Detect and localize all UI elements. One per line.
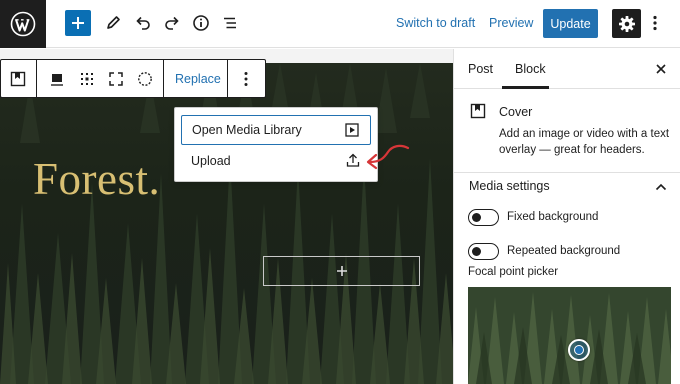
content-position-icon[interactable] xyxy=(76,68,98,90)
repeated-background-toggle[interactable] xyxy=(468,243,499,260)
tab-block[interactable]: Block xyxy=(515,62,546,76)
focal-point-handle[interactable] xyxy=(568,339,590,361)
list-view-icon[interactable] xyxy=(219,12,241,34)
focal-preview-image xyxy=(468,287,671,384)
sidebar-tabs: Post Block xyxy=(454,49,680,89)
block-toolbar: Replace xyxy=(0,59,266,98)
settings-sidebar: Post Block Cover Add an image or video w… xyxy=(453,49,680,384)
replace-button[interactable]: Replace xyxy=(175,72,221,86)
block-options-icon[interactable] xyxy=(235,68,257,90)
tab-post[interactable]: Post xyxy=(468,62,493,76)
toolbar-divider xyxy=(163,60,164,97)
preview-link[interactable]: Preview xyxy=(489,16,533,30)
upload-item[interactable]: Upload xyxy=(181,146,371,176)
info-icon[interactable] xyxy=(190,12,212,34)
wordpress-logo-icon[interactable] xyxy=(0,0,46,48)
toggle-knob xyxy=(472,247,481,256)
editor-top-bar: Switch to draft Preview Update xyxy=(0,0,680,48)
toolbar-divider xyxy=(227,60,228,97)
plus-icon xyxy=(72,17,84,29)
repeated-background-label: Repeated background xyxy=(507,245,621,257)
upload-icon xyxy=(345,152,361,168)
full-height-icon[interactable] xyxy=(105,68,127,90)
duotone-icon[interactable] xyxy=(134,68,156,90)
pencil-icon[interactable] xyxy=(102,12,124,34)
menu-item-label: Upload xyxy=(191,154,231,168)
media-settings-heading[interactable]: Media settings xyxy=(469,179,550,193)
block-title: Cover xyxy=(499,105,533,119)
toggle-knob xyxy=(472,213,481,222)
focal-point-handle-center xyxy=(574,345,584,355)
block-description: Add an image or video with a text overla… xyxy=(499,128,670,156)
close-icon[interactable] xyxy=(653,61,669,77)
focal-point-label: Focal point picker xyxy=(468,266,559,278)
replace-media-menu: Open Media Library Upload xyxy=(174,107,378,182)
switch-to-draft-link[interactable]: Switch to draft xyxy=(396,16,475,30)
plus-icon xyxy=(336,266,347,276)
chevron-up-icon[interactable] xyxy=(653,179,669,195)
cover-block-icon xyxy=(470,103,486,119)
block-appender-button[interactable] xyxy=(263,256,420,286)
add-block-button[interactable] xyxy=(65,10,91,36)
gear-icon xyxy=(618,15,635,32)
redo-icon[interactable] xyxy=(161,12,183,34)
align-icon[interactable] xyxy=(46,68,68,90)
more-options-icon[interactable] xyxy=(647,12,663,34)
settings-gear-button[interactable] xyxy=(612,9,641,38)
menu-item-label: Open Media Library xyxy=(192,123,302,137)
toolbar-divider xyxy=(36,60,37,97)
cover-block-icon[interactable] xyxy=(7,68,29,90)
open-media-library-item[interactable]: Open Media Library xyxy=(181,115,371,145)
focal-point-picker[interactable] xyxy=(468,287,671,384)
annotation-arrow-icon xyxy=(366,144,410,170)
cover-title[interactable]: Forest. xyxy=(33,153,160,205)
fixed-background-label: Fixed background xyxy=(507,211,599,223)
editor-canvas: Forest. xyxy=(0,49,453,384)
fixed-background-toggle[interactable] xyxy=(468,209,499,226)
block-card: Cover Add an image or video with a text … xyxy=(454,89,680,173)
update-button[interactable]: Update xyxy=(543,9,598,38)
media-play-icon xyxy=(344,122,360,138)
undo-icon[interactable] xyxy=(132,12,154,34)
